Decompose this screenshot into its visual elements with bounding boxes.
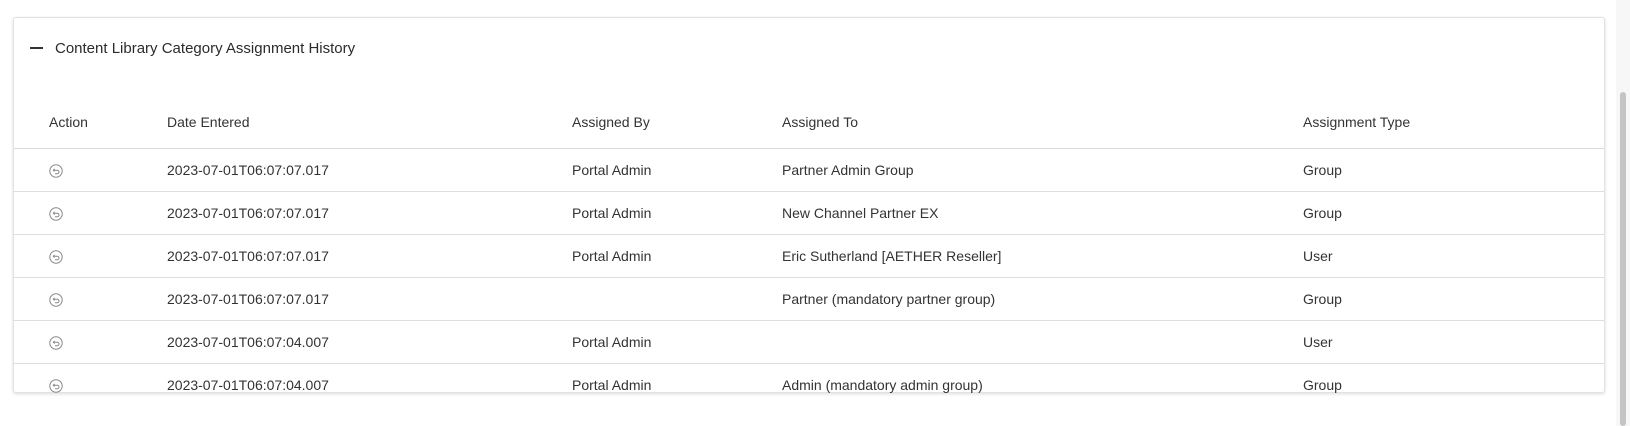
action-cell xyxy=(14,364,167,407)
assigned-to-cell: Partner Admin Group xyxy=(782,148,1303,192)
assigned-to-cell: Admin (mandatory admin group) xyxy=(782,377,983,393)
panel-header[interactable]: Content Library Category Assignment Hist… xyxy=(30,38,355,58)
date-entered-cell: 2023-07-01T06:07:04.007 xyxy=(167,377,329,393)
undo-icon[interactable] xyxy=(49,336,63,350)
action-cell xyxy=(14,234,167,278)
column-header-assigned-to: Assigned To xyxy=(782,100,1303,149)
panel-title: Content Library Category Assignment Hist… xyxy=(55,39,356,57)
undo-icon[interactable] xyxy=(49,379,63,393)
date-entered-cell: 2023-07-01T06:07:07.017 xyxy=(167,277,572,321)
undo-icon[interactable] xyxy=(49,293,63,307)
table-row: 2023-07-01T06:07:07.017 Portal Admin Par… xyxy=(14,148,1604,192)
date-entered-cell: 2023-07-01T06:07:07.017 xyxy=(167,191,572,235)
table-row: 2023-07-01T06:07:07.017 Partner (mandato… xyxy=(14,277,1604,321)
action-cell xyxy=(14,148,167,192)
assigned-by-cell: Portal Admin xyxy=(572,377,652,393)
date-entered-cell: 2023-07-01T06:07:07.017 xyxy=(167,234,572,278)
column-header-date-entered: Date Entered xyxy=(167,100,572,149)
scrollbar-track[interactable] xyxy=(1616,0,1630,426)
assigned-by-cell: Portal Admin xyxy=(572,191,782,235)
assignment-type-cell: User xyxy=(1303,234,1604,278)
assignment-history-panel: Content Library Category Assignment Hist… xyxy=(13,17,1605,393)
undo-icon[interactable] xyxy=(49,207,63,221)
action-cell xyxy=(14,320,167,364)
assigned-to-cell: New Channel Partner EX xyxy=(782,191,1303,235)
collapse-icon[interactable] xyxy=(30,38,43,58)
table-header-row: Action Date Entered Assigned By Assigned… xyxy=(14,100,1604,149)
column-header-action: Action xyxy=(14,100,167,149)
assignment-type-cell: Group xyxy=(1303,277,1604,321)
table-row: 2023-07-01T06:07:07.017 Portal Admin New… xyxy=(14,191,1604,235)
assignment-type-cell: Group xyxy=(1303,148,1604,192)
scrollbar-thumb[interactable] xyxy=(1620,92,1626,426)
assignment-type-cell: User xyxy=(1303,320,1604,364)
undo-icon[interactable] xyxy=(49,250,63,264)
column-header-assigned-by: Assigned By xyxy=(572,100,782,149)
assigned-by-cell: Portal Admin xyxy=(572,234,782,278)
table-row: 2023-07-01T06:07:07.017 Portal Admin Eri… xyxy=(14,234,1604,278)
undo-icon[interactable] xyxy=(49,164,63,178)
assignment-history-table: Action Date Entered Assigned By Assigned… xyxy=(14,100,1604,406)
assigned-by-cell xyxy=(572,277,782,321)
assigned-by-cell: Portal Admin xyxy=(572,320,782,364)
column-header-assignment-type: Assignment Type xyxy=(1303,100,1604,149)
action-cell xyxy=(14,277,167,321)
assigned-to-cell xyxy=(782,320,1303,364)
table-row: 2023-07-01T06:07:04.007 Portal Admin Adm… xyxy=(14,364,1604,407)
date-entered-cell: 2023-07-01T06:07:04.007 xyxy=(167,320,572,364)
table-row: 2023-07-01T06:07:04.007 Portal Admin Use… xyxy=(14,320,1604,364)
action-cell xyxy=(14,191,167,235)
assigned-to-cell: Partner (mandatory partner group) xyxy=(782,277,1303,321)
date-entered-cell: 2023-07-01T06:07:07.017 xyxy=(167,148,572,192)
assignment-type-cell: Group xyxy=(1303,191,1604,235)
page: Content Library Category Assignment Hist… xyxy=(0,0,1630,426)
assigned-to-cell: Eric Sutherland [AETHER Reseller] xyxy=(782,234,1303,278)
assigned-by-cell: Portal Admin xyxy=(572,148,782,192)
assignment-type-cell: Group xyxy=(1303,377,1342,393)
